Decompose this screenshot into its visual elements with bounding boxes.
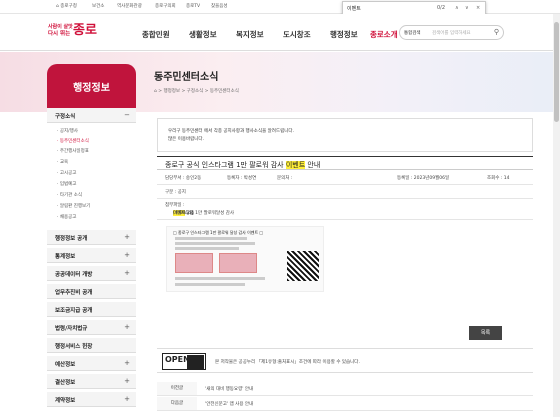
gnb-welfare[interactable]: 복지정보	[236, 29, 264, 40]
kogl-open-logo: OPEN	[162, 353, 206, 370]
find-count: 0/2	[437, 5, 446, 11]
post-meta: 담당부서 : 숭인2동 등록자 : 박성연 문의처 : 등록일 : 2023년0…	[157, 171, 533, 185]
sidebar-group-9[interactable]: 결산정보 +	[47, 374, 136, 389]
sidebar-sub-notice[interactable]: · 공지/행사	[57, 128, 78, 134]
sidebar-group-10[interactable]: 계약정보 +	[47, 392, 136, 407]
intro-line-2: 많은 이용바랍니다.	[168, 137, 204, 142]
gnb-urban[interactable]: 도시창조	[283, 29, 311, 40]
sidebar-sub-dong[interactable]: · 동주민센터소식	[57, 138, 89, 144]
attachment-file[interactable]: 인스타그램 1만 팔로워달성 감사 이벤트 이미지.jpg [바로보기]	[165, 210, 234, 216]
council-link[interactable]: 종로구의회	[155, 3, 176, 9]
meta-dept: 담당부서 : 숭인2동	[165, 175, 202, 181]
sidebar-sub-edu[interactable]: · 교육	[57, 159, 68, 165]
meta-date: 등록일 : 2023년09월06일	[397, 175, 450, 181]
plus-icon: +	[124, 377, 130, 385]
scrollbar[interactable]	[553, 14, 560, 417]
sidebar-sub-board[interactable]: · 알림판 진행보기	[57, 203, 90, 209]
license-box: OPEN 본 저작물은 공공누리 「제1유형:출처표시」조건에 따라 이용할 수…	[157, 348, 533, 373]
sidebar-menu: 구정소식 − · 공지/행사 · 동주민센터소식 · 주간행사일정표 · 교육 ·…	[47, 108, 136, 417]
tv-link[interactable]: 종로TV	[186, 3, 200, 9]
post-category: 구분 : 공지	[157, 186, 533, 199]
plus-icon: +	[124, 233, 130, 241]
find-next-button[interactable]: ∨	[465, 5, 469, 11]
site-search: 통합검색 검색어를 입력하세요 ⚲	[399, 25, 504, 40]
plus-icon: +	[124, 395, 130, 403]
home-link[interactable]: ⌂ 종로구청	[56, 3, 77, 9]
jongno-logo[interactable]: 사람이 살맛 다시 뛰는 종로	[48, 23, 104, 43]
plus-icon: +	[124, 251, 130, 259]
meta-register: 등록자 : 박성연	[227, 175, 257, 181]
sidebar-group-7[interactable]: 행정서비스 헌장	[47, 338, 136, 353]
health-link[interactable]: 보건소	[92, 3, 104, 9]
sidebar-sub-weekly[interactable]: · 주간행사일정표	[57, 148, 89, 154]
sidebar-sub-notice2[interactable]: · 고시공고	[57, 170, 76, 176]
find-prev-button[interactable]: ∧	[455, 5, 459, 11]
intro-box: 우리구 동주민센터 에서 각종 공지사항과 행사소식을 알려드립니다. 많은 이…	[157, 118, 533, 152]
search-input[interactable]: 검색어를 입력하세요	[432, 30, 471, 36]
gnb-intro[interactable]: 종로소개	[370, 29, 398, 40]
meta-phone: 문의처 :	[277, 175, 293, 181]
next-post-row[interactable]: 다음글 '안전신문고' 앱 사용 안내	[157, 397, 533, 411]
event-poster-image: □ 종로구 인스타그램 1만 팔로워 달성 감사 이벤트 □	[166, 226, 324, 292]
section-title-box: 행정정보	[47, 64, 136, 108]
sidebar-group-2[interactable]: 통계정보 +	[47, 248, 136, 263]
sidebar-sub-recruit[interactable]: · 채용공고	[57, 214, 76, 220]
plus-icon: +	[124, 269, 130, 277]
list-button[interactable]: 목록	[469, 326, 502, 340]
search-icon[interactable]: ⚲	[494, 28, 499, 36]
intro-line-1: 우리구 동주민센터 에서 각종 공지사항과 행사소식을 알려드립니다.	[168, 129, 294, 134]
sidebar-group-3[interactable]: 공공데이터 개방 +	[47, 266, 136, 281]
sidebar-group-1[interactable]: 행정정보 공개 +	[47, 230, 136, 245]
sidebar-sub-legis[interactable]: · 입법예고	[57, 181, 76, 187]
find-close-button[interactable]: ×	[476, 5, 480, 11]
culture-link[interactable]: 역사문화관광	[117, 3, 142, 9]
post-title: 종로구 공식 인스타그램 1만 팔로워 감사 이벤트 안내	[165, 161, 321, 169]
gnb-life[interactable]: 생활정보	[189, 29, 217, 40]
sidebar-group-4[interactable]: 업무추진비 공개	[47, 284, 136, 299]
sidebar-group-news[interactable]: 구정소식 −	[47, 108, 136, 123]
page-title: 동주민센터소식	[154, 72, 219, 83]
plus-icon: +	[124, 359, 130, 367]
post-attachments: 첨부파일 : 인스타그램 1만 팔로워달성 감사 이벤트 이미지.jpg [바로…	[157, 200, 533, 220]
plus-icon: +	[124, 323, 130, 331]
sidebar-group-8[interactable]: 예산정보 +	[47, 356, 136, 371]
prev-post-row[interactable]: 이전글 '새의 대비 행동요령' 안내	[157, 382, 533, 396]
qr-code-icon	[287, 251, 319, 281]
breadcrumb: ⌂ > 행정정보 > 구정소식 > 동주민센터소식	[154, 89, 239, 94]
search-scope-select[interactable]: 통합검색	[404, 30, 421, 36]
post-title-row: 종로구 공식 인스타그램 1만 팔로워 감사 이벤트 안내	[157, 156, 533, 170]
preview-link: [바로보기]	[173, 211, 194, 216]
sidebar-sub-other[interactable]: · 타기관 소식	[57, 192, 82, 198]
sidebar-group-6[interactable]: 법령/자치법규 +	[47, 320, 136, 335]
sidebar-group-5[interactable]: 보조금지급 공개	[47, 302, 136, 317]
find-input[interactable]: 이벤트	[347, 5, 361, 12]
meta-views: 조회수 : 14	[487, 175, 510, 181]
gnb-civil[interactable]: 종합민원	[142, 29, 170, 40]
minus-icon: −	[124, 111, 130, 119]
help-link[interactable]: 찾을음성	[211, 3, 228, 9]
gnb-admin[interactable]: 행정정보	[330, 29, 358, 40]
